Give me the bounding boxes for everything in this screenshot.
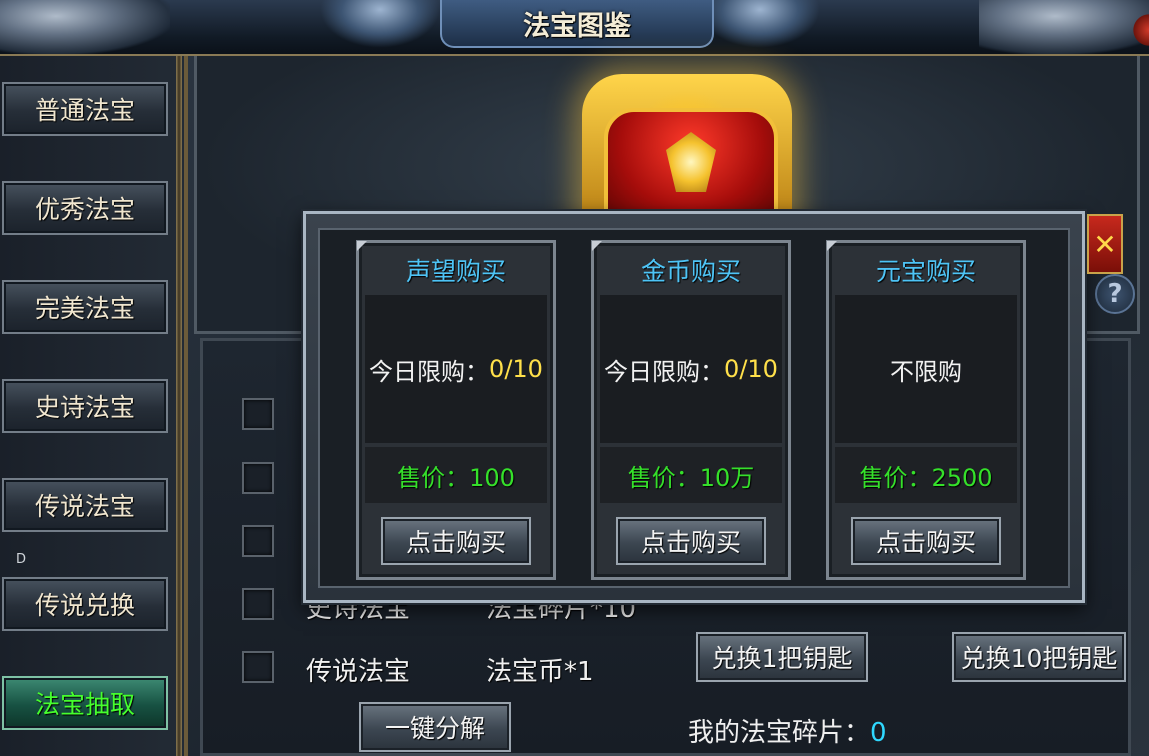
row-checkbox[interactable] xyxy=(242,398,274,430)
buy-button-yuanbao[interactable]: 点击购买 xyxy=(851,517,1001,565)
sidebar-rail xyxy=(176,56,182,756)
row-checkbox[interactable] xyxy=(242,462,274,494)
limit-value: 0/10 xyxy=(724,355,778,383)
dragon-ornament-left xyxy=(0,0,170,54)
card-title: 声望购买 xyxy=(405,257,506,286)
purchase-card-yuanbao: 元宝购买 不限购 售价：2500 点击购买 xyxy=(826,240,1026,580)
limit-label: 今日限购： xyxy=(604,357,725,386)
buy-button-gold[interactable]: 点击购买 xyxy=(616,517,766,565)
wing-ornament-right xyxy=(700,0,820,48)
card-price: 售价：10万 xyxy=(600,447,782,503)
shards-value: 0 xyxy=(870,718,887,748)
sidebar-item-epic[interactable]: 史诗法宝 xyxy=(2,379,168,433)
shards-label: 我的法宝碎片： xyxy=(688,718,871,748)
row-checkbox[interactable] xyxy=(242,525,274,557)
window-title: 法宝图鉴 xyxy=(440,0,714,48)
limit-value: 0/10 xyxy=(489,355,543,383)
sidebar-item-normal[interactable]: 普通法宝 xyxy=(2,82,168,136)
sidebar-item-perfect[interactable]: 完美法宝 xyxy=(2,280,168,334)
treasure-chest-icon[interactable] xyxy=(582,74,792,234)
purchase-card-prestige: 声望购买 今日限购： 0/10 售价：100 点击购买 xyxy=(356,240,556,580)
row-checkbox[interactable] xyxy=(242,588,274,620)
exchange-10-keys-button[interactable]: 兑换10把钥匙 xyxy=(952,632,1126,682)
card-limit: 今日限购： 0/10 xyxy=(365,295,547,443)
card-title: 元宝购买 xyxy=(875,257,976,286)
sidebar-item-excellent[interactable]: 优秀法宝 xyxy=(2,181,168,235)
row-checkbox[interactable] xyxy=(242,651,274,683)
exchange-1-key-button[interactable]: 兑换1把钥匙 xyxy=(696,632,868,682)
card-price: 售价：100 xyxy=(365,447,547,503)
limit-label: 不限购 xyxy=(890,357,962,386)
decompose-all-button[interactable]: 一键分解 xyxy=(359,702,511,752)
card-limit: 不限购 xyxy=(835,295,1017,443)
card-title: 金币购买 xyxy=(640,257,741,286)
card-price: 售价：2500 xyxy=(835,447,1017,503)
row-reward: 法宝币*1 xyxy=(486,657,594,687)
shards-counter: 我的法宝碎片：0 xyxy=(688,712,887,749)
popup-close-icon[interactable]: ✕ xyxy=(1087,214,1123,274)
sidebar-item-draw[interactable]: 法宝抽取 xyxy=(2,676,168,730)
dragon-emblem-icon xyxy=(666,132,716,192)
wing-ornament-left xyxy=(320,0,440,48)
title-bar: 法宝图鉴 xyxy=(0,0,1149,56)
sidebar: 普通法宝 优秀法宝 完美法宝 史诗法宝 传说法宝 D 传说兑换 法宝抽取 xyxy=(0,56,188,756)
sidebar-item-legend-exchange[interactable]: 传说兑换 xyxy=(2,577,168,631)
sidebar-item-legend[interactable]: 传说法宝 xyxy=(2,478,168,532)
buy-button-prestige[interactable]: 点击购买 xyxy=(381,517,531,565)
dragon-ornament-right xyxy=(979,0,1149,54)
row-name: 传说法宝 xyxy=(306,657,411,687)
purchase-card-gold: 金币购买 今日限购： 0/10 售价：10万 点击购买 xyxy=(591,240,791,580)
limit-label: 今日限购： xyxy=(369,357,490,386)
question-icon[interactable]: ? xyxy=(1095,274,1135,314)
sidebar-note: D xyxy=(16,552,27,567)
window-close-icon[interactable] xyxy=(1133,10,1149,50)
card-limit: 今日限购： 0/10 xyxy=(600,295,782,443)
chest-body xyxy=(604,108,778,226)
